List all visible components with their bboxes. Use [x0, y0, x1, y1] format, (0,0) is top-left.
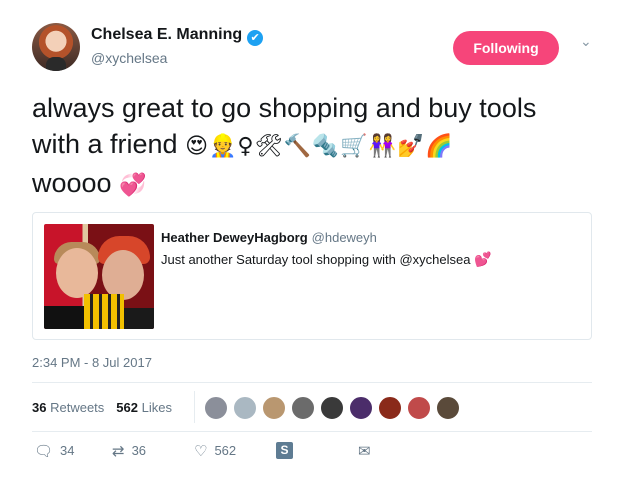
reply-icon: 🗨 [34, 443, 54, 460]
author-avatar[interactable] [32, 23, 80, 71]
direct-message-button[interactable]: ✉ [358, 442, 378, 460]
revolving-hearts-icon: 💞 [119, 173, 147, 198]
following-button[interactable]: Following [453, 31, 559, 65]
liker-avatar[interactable] [349, 396, 373, 420]
author-name-text[interactable]: Chelsea E. Manning [91, 26, 242, 43]
like-count: 562 [214, 443, 237, 458]
liker-avatar[interactable] [436, 396, 460, 420]
photo-person-1-face [56, 248, 98, 298]
tweet-line-3: woooo 💞 [32, 165, 592, 204]
photo-tools [84, 294, 124, 329]
quoted-tweet-photo[interactable] [44, 224, 154, 329]
quoted-tweet-text-body: Just another Saturday tool shopping with… [161, 252, 471, 267]
tweet-line-1: always great to go shopping and buy tool… [32, 93, 537, 123]
liker-avatar[interactable] [262, 396, 286, 420]
tweet-header: Chelsea E. Manning ✔ @xychelsea Following… [32, 23, 602, 75]
tweet-actions: 🗨 34 ⇄ 36 ♡ 562 S ✉ [32, 442, 592, 462]
like-button[interactable]: ♡ 562 [194, 442, 236, 460]
share-s-button[interactable]: S [276, 442, 293, 459]
emoji-sequence: 😍👷♀🛠🔨🔩🛒👭💅🌈 [185, 134, 454, 159]
retweet-button[interactable]: ⇄ 36 [112, 442, 146, 460]
author-handle[interactable]: @xychelsea [91, 50, 167, 66]
quoted-author-handle[interactable]: @hdeweyh [312, 230, 377, 245]
retweet-count: 36 [131, 443, 147, 458]
divider-top [32, 382, 592, 383]
liker-avatar[interactable] [407, 396, 431, 420]
envelope-icon: ✉ [358, 443, 371, 460]
verified-badge-icon: ✔ [247, 30, 264, 46]
tweet-stats: 36 Retweets 562 Likes [32, 400, 172, 415]
tweet-line-2: with a friend 😍👷♀🛠🔨🔩🛒👭💅🌈 [32, 126, 592, 165]
stats-separator [194, 391, 195, 423]
divider-bottom [32, 431, 592, 432]
liker-avatar[interactable] [204, 396, 228, 420]
tweet-line-2-text: with a friend [32, 129, 178, 159]
retweets-label[interactable]: Retweets [50, 400, 104, 415]
chevron-down-icon[interactable]: ⌄ [580, 33, 592, 50]
liker-avatar[interactable] [233, 396, 257, 420]
author-name[interactable]: Chelsea E. Manning ✔ [91, 26, 264, 46]
quoted-author[interactable]: Heather DeweyHagborg @hdeweyh [161, 230, 377, 245]
retweet-icon: ⇄ [112, 443, 125, 460]
likes-stat[interactable]: 562 Likes [116, 400, 172, 415]
quoted-author-name[interactable]: Heather DeweyHagborg [161, 230, 308, 245]
heart-icon: ♡ [194, 443, 208, 460]
retweets-stat[interactable]: 36 Retweets [32, 400, 104, 415]
s-icon: S [276, 442, 293, 459]
tweet-text: always great to go shopping and buy tool… [32, 90, 592, 204]
photo-person-2-face [102, 250, 144, 300]
quoted-tweet-text: Just another Saturday tool shopping with… [161, 252, 492, 268]
reply-button[interactable]: 🗨 34 [34, 442, 75, 460]
sparkling-heart-icon: 💕 [474, 252, 492, 268]
likes-count[interactable]: 562 [116, 400, 138, 415]
tweet-timestamp[interactable]: 2:34 PM - 8 Jul 2017 [32, 355, 152, 370]
quoted-tweet[interactable]: Heather DeweyHagborg @hdeweyh Just anothe… [32, 212, 592, 340]
liker-avatar[interactable] [291, 396, 315, 420]
tweet-line-3-text: woooo [32, 168, 112, 198]
liker-avatar[interactable] [320, 396, 344, 420]
liker-avatar[interactable] [378, 396, 402, 420]
reply-count: 34 [60, 443, 75, 458]
likes-label[interactable]: Likes [142, 400, 172, 415]
retweets-count[interactable]: 36 [32, 400, 46, 415]
